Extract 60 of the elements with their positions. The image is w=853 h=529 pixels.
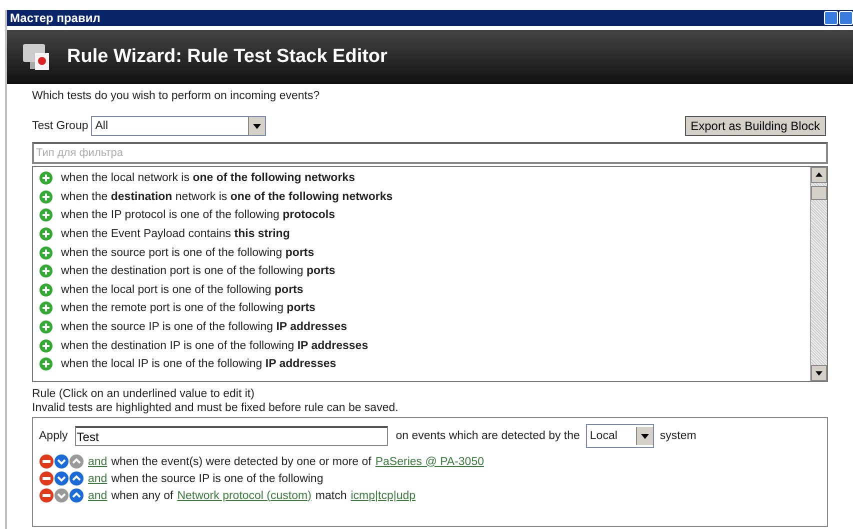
test-item[interactable]: when the destination IP is one of the following IP addresses bbox=[33, 336, 810, 355]
rule-text: match bbox=[315, 490, 347, 502]
value-link[interactable]: PaSeries @ PA-3050 bbox=[375, 456, 484, 468]
move-up-icon[interactable] bbox=[69, 471, 84, 486]
remove-icon[interactable] bbox=[39, 488, 54, 503]
hint-text: Rule (Click on an underlined value to edit it) bbox=[32, 388, 256, 400]
add-icon[interactable] bbox=[39, 208, 53, 222]
rule-text: when the event(s) were detected by one or more of bbox=[111, 456, 372, 468]
export-button[interactable]: Export as Building Block bbox=[684, 116, 826, 136]
test-item[interactable]: when the local network is one of the following networks bbox=[33, 169, 810, 188]
question-text: Which tests do you wish to perform on incoming events? bbox=[32, 90, 321, 102]
add-icon[interactable] bbox=[39, 338, 53, 353]
test-group-label: Test Group bbox=[32, 120, 88, 132]
add-icon[interactable] bbox=[39, 320, 53, 334]
test-item[interactable]: when the source IP is one of the following IP addresses bbox=[33, 318, 810, 336]
move-up-icon[interactable] bbox=[69, 454, 84, 469]
apply-label: Apply bbox=[39, 430, 68, 442]
hint-text: Invalid tests are highlighted and must be fixed before rule can be saved. bbox=[32, 402, 400, 414]
add-icon[interactable] bbox=[39, 282, 53, 297]
value-link[interactable]: and bbox=[88, 472, 108, 484]
rule-text: when any of bbox=[111, 490, 174, 502]
scroll-down-button[interactable] bbox=[811, 365, 827, 381]
maximize-button[interactable] bbox=[839, 11, 853, 25]
scroll-thumb[interactable] bbox=[811, 186, 827, 200]
test-item[interactable]: when the source port is one of the following ports bbox=[33, 243, 810, 262]
value-link[interactable]: Network protocol (custom) bbox=[177, 490, 312, 502]
test-item[interactable]: when the local IP is one of the following IP addresses bbox=[33, 354, 810, 374]
test-item[interactable]: when the destination network is one of the following networks bbox=[33, 188, 810, 206]
scroll-up-button[interactable] bbox=[811, 167, 827, 183]
add-icon[interactable] bbox=[39, 190, 53, 204]
add-icon[interactable] bbox=[39, 301, 53, 316]
test-item[interactable]: when the Event Payload contains this string bbox=[33, 224, 810, 244]
filter-field[interactable]: Тип для фильтра bbox=[32, 142, 828, 164]
remove-icon[interactable] bbox=[39, 471, 54, 486]
add-icon[interactable] bbox=[39, 227, 53, 242]
value-link[interactable]: and bbox=[88, 456, 108, 468]
rule-name-field[interactable]: Test bbox=[74, 426, 388, 446]
move-down-icon[interactable] bbox=[54, 454, 69, 469]
move-up-icon[interactable] bbox=[69, 488, 84, 503]
test-item[interactable]: when the destination port is one of the following ports bbox=[33, 262, 810, 281]
value-link[interactable]: and bbox=[88, 490, 108, 502]
add-icon[interactable] bbox=[39, 171, 53, 186]
wizard-title: Rule Wizard: Rule Test Stack Editor bbox=[67, 46, 388, 68]
value-link[interactable]: icmp|tcp|udp bbox=[350, 490, 416, 502]
system-dropdown[interactable]: Local bbox=[586, 424, 654, 448]
rule-text: system bbox=[660, 430, 696, 442]
test-item[interactable]: when the local port is one of the following ports bbox=[33, 280, 810, 300]
test-item[interactable]: when the IP protocol is one of the following protocols bbox=[33, 206, 810, 225]
remove-icon[interactable] bbox=[39, 454, 54, 469]
minimize-button[interactable] bbox=[824, 11, 838, 25]
move-down-icon[interactable] bbox=[54, 488, 69, 503]
move-down-icon[interactable] bbox=[54, 471, 69, 486]
rule-text: on events which are detected by the bbox=[396, 430, 580, 442]
test-group-dropdown[interactable]: All bbox=[91, 116, 266, 136]
add-icon[interactable] bbox=[39, 264, 53, 278]
test-item[interactable]: when the remote port is one of the following ports bbox=[33, 299, 810, 318]
window-title: Мастер правил bbox=[10, 11, 100, 25]
rule-text: when the source IP is one of the following bbox=[111, 472, 324, 484]
add-icon[interactable] bbox=[39, 246, 53, 260]
add-icon[interactable] bbox=[39, 357, 53, 372]
